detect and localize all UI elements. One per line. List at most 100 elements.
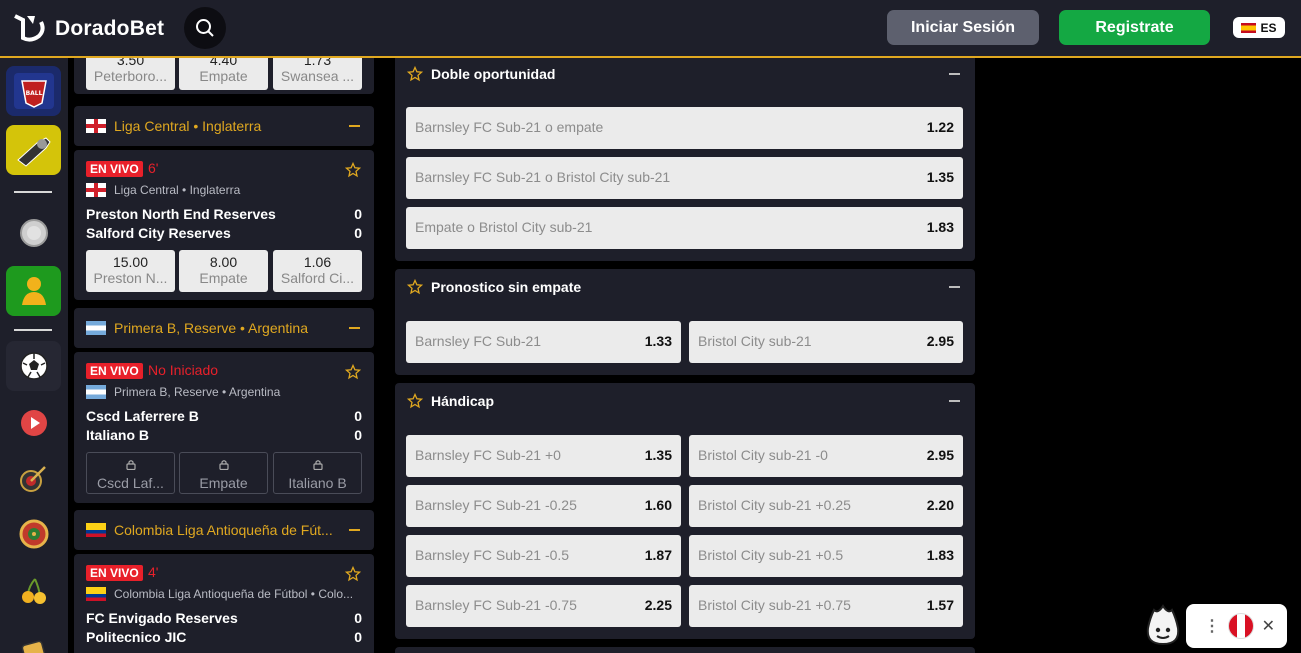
selection-odd: 1.35 <box>926 169 954 185</box>
svg-text:BALL: BALL <box>25 90 42 97</box>
argentina-flag-icon <box>86 385 106 399</box>
match-card[interactable]: EN VIVO No Iniciado Primera B, Reserve •… <box>74 352 374 503</box>
colombia-flag-icon <box>86 523 106 537</box>
selection-odd: 1.87 <box>644 547 672 563</box>
mascot-icon[interactable] <box>1146 604 1180 646</box>
collapse-icon[interactable] <box>349 327 360 329</box>
favorite-star-icon[interactable] <box>345 364 361 380</box>
selection-button[interactable]: Barnsley FC Sub-21 1.33 <box>406 321 681 363</box>
darts-icon <box>19 466 46 492</box>
home-score: 0 <box>354 408 362 424</box>
selection-name: Empate o Bristol City sub-21 <box>415 219 593 235</box>
argentina-flag-icon <box>86 321 106 335</box>
collapse-icon[interactable] <box>949 400 960 402</box>
selection-name: Bristol City sub-21 +0.25 <box>698 497 851 513</box>
league-header-colombia[interactable]: Colombia Liga Antioqueña de Fút... <box>74 510 374 550</box>
selection-name: Bristol City sub-21 <box>698 333 812 349</box>
selection-button[interactable]: Bristol City sub-21 2.95 <box>689 321 963 363</box>
selection-button[interactable]: Empate o Bristol City sub-21 1.83 <box>406 207 963 249</box>
away-score: 0 <box>354 225 362 241</box>
match-card[interactable]: EN VIVO 4' Colombia Liga Antioqueña de F… <box>74 554 374 653</box>
odd-label: Empate <box>199 270 248 286</box>
selection-name: Bristol City sub-21 +0.75 <box>698 597 851 613</box>
market-header[interactable]: Doble oportunidad <box>395 58 975 92</box>
market-handicap: Hándicap Barnsley FC Sub-21 +0 1.35 Bris… <box>395 383 975 639</box>
brand-name: DoradoBet <box>55 17 165 40</box>
live-badge: EN VIVO <box>86 161 143 177</box>
register-button[interactable]: Registrate <box>1059 10 1210 45</box>
rail-roulette[interactable] <box>6 509 61 559</box>
selection-odd: 1.60 <box>644 497 672 513</box>
dice-icon <box>21 640 46 653</box>
away-score: 0 <box>354 427 362 443</box>
selection-button[interactable]: Barnsley FC Sub-21 -0.5 1.87 <box>406 535 681 577</box>
login-button[interactable]: Iniciar Sesión <box>887 10 1039 45</box>
odd-home-button[interactable]: 3.50 Peterboro... <box>86 58 175 90</box>
market-header[interactable]: Pronostico sin empate <box>395 269 975 305</box>
rail-sports[interactable] <box>6 341 61 391</box>
odd-away-button[interactable]: 1.06 Salford Ci... <box>273 250 362 292</box>
odd-value: 1.73 <box>303 58 332 68</box>
away-score: 0 <box>354 629 362 645</box>
league-header-liga-central[interactable]: Liga Central • Inglaterra <box>74 106 374 146</box>
match-league-name: Liga Central • Inglaterra <box>114 183 241 197</box>
odd-value: 1.06 <box>303 254 332 270</box>
selection-button[interactable]: Bristol City sub-21 +0.25 2.20 <box>689 485 963 527</box>
rail-trophy-gun[interactable] <box>6 125 61 175</box>
rail-football-game[interactable]: BALL <box>6 66 61 116</box>
favorite-star-icon[interactable] <box>345 566 361 582</box>
market-header[interactable]: Hándicap <box>395 383 975 419</box>
match-card[interactable]: EN VIVO 6' Liga Central • Inglaterra Pre… <box>74 150 374 300</box>
rail-coin[interactable] <box>6 208 61 258</box>
collapse-icon[interactable] <box>949 73 960 75</box>
selection-name: Bristol City sub-21 +0.5 <box>698 547 844 563</box>
away-team: Politecnico JIC <box>86 629 187 645</box>
favorite-star-icon[interactable] <box>407 393 423 409</box>
odd-value: 3.50 <box>116 58 145 68</box>
trophy-gun-icon <box>16 137 51 167</box>
selection-button[interactable]: Bristol City sub-21 +0.75 1.57 <box>689 585 963 627</box>
odd-draw-button[interactable]: 8.00 Empate <box>179 250 268 292</box>
play-icon <box>20 410 47 436</box>
odd-away-locked: Italiano B <box>273 452 362 494</box>
search-button[interactable] <box>184 7 226 49</box>
selection-button[interactable]: Barnsley FC Sub-21 +0 1.35 <box>406 435 681 477</box>
language-selector[interactable]: ES <box>1233 17 1285 38</box>
favorite-star-icon[interactable] <box>345 162 361 178</box>
rail-live[interactable] <box>6 398 61 448</box>
selection-button[interactable]: Bristol City sub-21 +0.5 1.83 <box>689 535 963 577</box>
selection-odd: 2.95 <box>926 333 954 349</box>
odd-away-button[interactable]: 1.73 Swansea ... <box>273 58 362 90</box>
peru-flag-icon[interactable] <box>1227 613 1254 639</box>
market-title: Pronostico sin empate <box>431 279 582 295</box>
selection-name: Barnsley FC Sub-21 <box>415 333 542 349</box>
collapse-icon[interactable] <box>349 529 360 531</box>
selection-button[interactable]: Barnsley FC Sub-21 -0.75 2.25 <box>406 585 681 627</box>
favorite-star-icon[interactable] <box>407 66 423 82</box>
odd-home-button[interactable]: 15.00 Preston N... <box>86 250 175 292</box>
rail-darts[interactable] <box>6 453 61 503</box>
brand-logo[interactable]: DoradoBet <box>13 14 164 44</box>
rail-user[interactable] <box>6 266 61 316</box>
selection-button[interactable]: Barnsley FC Sub-21 o empate 1.22 <box>406 107 963 149</box>
language-code: ES <box>1260 20 1277 35</box>
selection-name: Barnsley FC Sub-21 -0.75 <box>415 597 577 613</box>
odd-draw-locked: Empate <box>179 452 268 494</box>
selection-button[interactable]: Barnsley FC Sub-21 o Bristol City sub-21… <box>406 157 963 199</box>
collapse-icon[interactable] <box>349 125 360 127</box>
chat-widget: ⋮ ✕ <box>1186 604 1287 648</box>
more-options-icon[interactable]: ⋮ <box>1204 616 1220 636</box>
favorite-star-icon[interactable] <box>407 279 423 295</box>
rail-slots[interactable] <box>6 566 61 616</box>
home-team: Cscd Laferrere B <box>86 408 199 424</box>
rail-dice[interactable] <box>6 623 61 653</box>
selection-name: Barnsley FC Sub-21 o empate <box>415 119 604 135</box>
top-header: DoradoBet Iniciar Sesión Registrate ES <box>0 0 1301 58</box>
league-header-primera-b[interactable]: Primera B, Reserve • Argentina <box>74 308 374 348</box>
collapse-icon[interactable] <box>949 286 960 288</box>
selection-button[interactable]: Bristol City sub-21 -0 2.95 <box>689 435 963 477</box>
odd-draw-button[interactable]: 4.40 Empate <box>179 58 268 90</box>
away-team: Italiano B <box>86 427 150 443</box>
selection-button[interactable]: Barnsley FC Sub-21 -0.25 1.60 <box>406 485 681 527</box>
close-icon[interactable]: ✕ <box>1262 616 1275 636</box>
